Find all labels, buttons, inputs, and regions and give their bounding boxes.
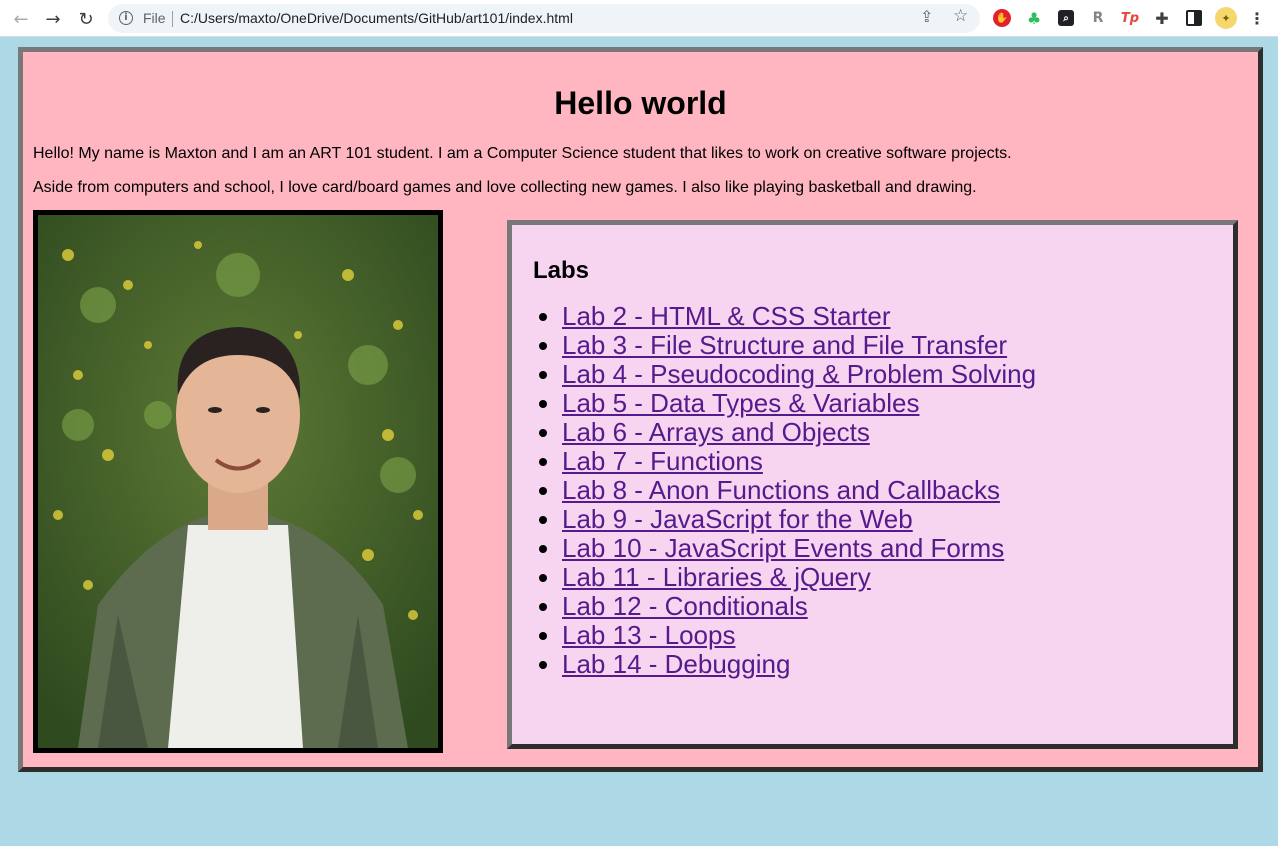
- lab-link[interactable]: Lab 11 - Libraries & jQuery: [562, 562, 871, 592]
- bookmark-star-icon[interactable]: ☆: [953, 6, 968, 26]
- profile-avatar[interactable]: ✦: [1215, 7, 1237, 29]
- list-item: Lab 10 - JavaScript Events and Forms: [562, 534, 1036, 563]
- profile-photo: [33, 210, 443, 753]
- labs-panel: Labs Lab 2 - HTML & CSS Starter Lab 3 - …: [507, 220, 1238, 749]
- arrow-right-icon: →: [45, 8, 61, 30]
- menu-icon[interactable]: ⋮: [1247, 8, 1267, 28]
- list-item: Lab 3 - File Structure and File Transfer: [562, 331, 1036, 360]
- lab-link[interactable]: Lab 10 - JavaScript Events and Forms: [562, 533, 1004, 563]
- site-info-chip[interactable]: File: [143, 10, 166, 26]
- list-item: Lab 12 - Conditionals: [562, 592, 1036, 621]
- lab-link[interactable]: Lab 12 - Conditionals: [562, 591, 808, 621]
- page-title: Hello world: [554, 85, 727, 121]
- list-item: Lab 5 - Data Types & Variables: [562, 389, 1036, 418]
- url-text[interactable]: C:/Users/maxto/OneDrive/Documents/GitHub…: [180, 10, 573, 26]
- arrow-left-icon: ←: [13, 8, 29, 30]
- lab-link[interactable]: Lab 9 - JavaScript for the Web: [562, 504, 913, 534]
- intro-paragraph: Hello! My name is Maxton and I am an ART…: [33, 145, 1012, 162]
- adblock-icon[interactable]: ✋: [993, 9, 1011, 27]
- reload-icon: ↻: [78, 8, 94, 30]
- lab-link[interactable]: Lab 4 - Pseudocoding & Problem Solving: [562, 359, 1036, 389]
- list-item: Lab 7 - Functions: [562, 447, 1036, 476]
- puzzle-icon[interactable]: ✚: [1152, 8, 1172, 28]
- side-panel-icon[interactable]: [1186, 10, 1202, 26]
- list-item: Lab 11 - Libraries & jQuery: [562, 563, 1036, 592]
- omnibox-divider: [172, 11, 173, 27]
- lab-link[interactable]: Lab 8 - Anon Functions and Callbacks: [562, 475, 1000, 505]
- back-button[interactable]: ←: [8, 6, 34, 32]
- list-item: Lab 8 - Anon Functions and Callbacks: [562, 476, 1036, 505]
- reload-button[interactable]: ↻: [73, 6, 99, 32]
- zoom-icon[interactable]: ⌕: [1058, 10, 1074, 26]
- lab-link[interactable]: Lab 7 - Functions: [562, 446, 763, 476]
- lab-link[interactable]: Lab 3 - File Structure and File Transfer: [562, 330, 1007, 360]
- browser-toolbar: ← → ↻ i File C:/Users/maxto/OneDrive/Doc…: [0, 0, 1278, 37]
- lab-link[interactable]: Lab 5 - Data Types & Variables: [562, 388, 919, 418]
- info-icon[interactable]: i: [119, 11, 133, 25]
- forward-button[interactable]: →: [40, 6, 66, 32]
- labs-heading: Labs: [533, 257, 590, 284]
- list-item: Lab 14 - Debugging: [562, 650, 1036, 679]
- lab-link[interactable]: Lab 13 - Loops: [562, 620, 735, 650]
- labs-list: Lab 2 - HTML & CSS Starter Lab 3 - File …: [562, 302, 1036, 679]
- main-card: Hello world Hello! My name is Maxton and…: [18, 47, 1263, 772]
- lab-link[interactable]: Lab 14 - Debugging: [562, 649, 790, 679]
- list-item: Lab 4 - Pseudocoding & Problem Solving: [562, 360, 1036, 389]
- list-item: Lab 2 - HTML & CSS Starter: [562, 302, 1036, 331]
- share-icon[interactable]: ⇪: [920, 7, 933, 26]
- lab-link[interactable]: Lab 2 - HTML & CSS Starter: [562, 301, 890, 331]
- tp-icon[interactable]: Tp: [1120, 8, 1140, 28]
- about-paragraph: Aside from computers and school, I love …: [33, 179, 977, 196]
- list-item: Lab 6 - Arrays and Objects: [562, 418, 1036, 447]
- evernote-icon[interactable]: ♣: [1024, 8, 1044, 28]
- list-item: Lab 9 - JavaScript for the Web: [562, 505, 1036, 534]
- list-item: Lab 13 - Loops: [562, 621, 1036, 650]
- lab-link[interactable]: Lab 6 - Arrays and Objects: [562, 417, 870, 447]
- r-icon[interactable]: R: [1088, 8, 1108, 28]
- address-bar[interactable]: i File C:/Users/maxto/OneDrive/Documents…: [108, 4, 980, 33]
